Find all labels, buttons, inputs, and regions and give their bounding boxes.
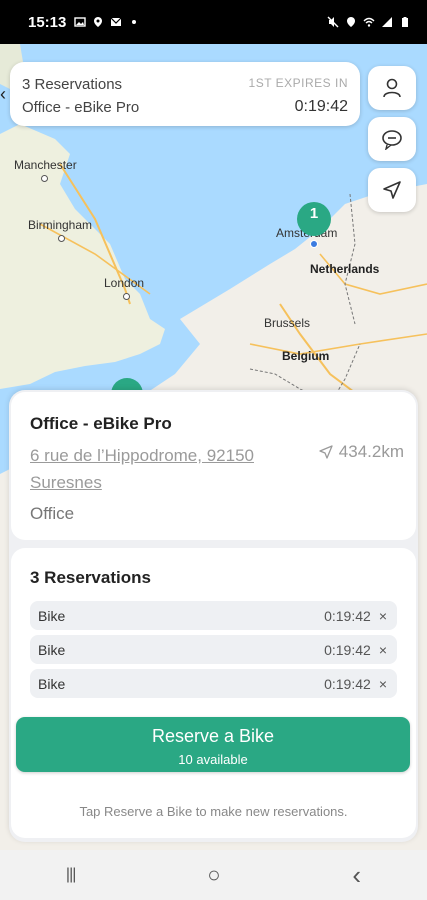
map-label-brussels: Brussels <box>264 316 311 330</box>
marker-location-dot <box>310 240 318 248</box>
bikes-available-label: 10 available <box>178 752 248 767</box>
map-label-manchester: Manchester <box>14 158 77 172</box>
home-button[interactable]: ○ <box>207 862 220 888</box>
status-left-icons <box>74 16 140 28</box>
location-pin-icon <box>94 17 103 27</box>
android-nav-bar: ||| ○ ‹ <box>0 850 427 900</box>
map-label-london: London <box>104 276 145 290</box>
dot-icon <box>132 20 137 24</box>
reservation-time: 0:19:42 <box>324 607 371 624</box>
city-dot-london <box>123 293 130 300</box>
location-distance: 434.2km <box>319 442 404 462</box>
reserve-bike-label: Reserve a Bike <box>151 726 275 746</box>
profile-button[interactable] <box>368 66 416 110</box>
summary-reservations: 3 Reservations <box>22 76 123 93</box>
location-card: Office - eBike Pro 6 rue de l’Hippodrome… <box>11 392 416 540</box>
chat-icon <box>382 130 402 150</box>
status-bar: 15:13 <box>0 0 427 44</box>
battery-icon <box>402 17 408 27</box>
city-dot-birmingham <box>58 235 65 242</box>
location-icon <box>347 17 355 27</box>
wifi-icon <box>363 17 375 27</box>
summary-expires-time: 0:19:42 <box>294 98 348 115</box>
navigate-icon <box>383 181 401 199</box>
bike-cluster-marker[interactable]: 1 <box>297 202 331 236</box>
reservation-label: Bike <box>38 675 66 692</box>
location-address-link[interactable]: 6 rue de l’Hippodrome, 92150 Suresnes <box>30 442 295 496</box>
map-label-belgium: Belgium <box>282 349 330 363</box>
reservation-time: 0:19:42 <box>324 675 371 692</box>
recents-button[interactable]: ||| <box>66 866 77 884</box>
status-right-icons <box>327 16 411 28</box>
status-time: 15:13 <box>28 13 67 31</box>
bottom-sheet: Office - eBike Pro 6 rue de l’Hippodrome… <box>9 390 418 842</box>
reservation-label: Bike <box>38 641 66 658</box>
reservation-row: Bike 0:19:42 × <box>30 601 397 630</box>
reservations-card: 3 Reservations Bike 0:19:42 × Bike 0:19:… <box>11 548 416 838</box>
marker-count: 1 <box>309 205 319 222</box>
location-title: Office - eBike Pro <box>30 414 172 433</box>
back-arrow-icon[interactable]: ‹ <box>0 84 6 105</box>
signal-icon <box>382 17 392 27</box>
chat-button[interactable] <box>368 117 416 161</box>
summary-location: Office - eBike Pro <box>22 99 140 116</box>
reservations-title: 3 Reservations <box>30 568 151 587</box>
reservations-summary-card[interactable]: 3 Reservations Office - eBike Pro 1ST EX… <box>10 62 360 126</box>
navigate-button[interactable] <box>368 168 416 212</box>
cancel-reservation-button[interactable]: × <box>379 676 387 692</box>
location-distance-value: 434.2km <box>338 442 404 461</box>
back-button[interactable]: ‹ <box>352 860 361 891</box>
reservation-row: Bike 0:19:42 × <box>30 635 397 664</box>
summary-expires-label: 1ST EXPIRES IN <box>248 76 348 90</box>
cancel-reservation-button[interactable]: × <box>379 608 387 624</box>
cancel-reservation-button[interactable]: × <box>379 642 387 658</box>
map-label-netherlands: Netherlands <box>310 262 380 276</box>
map-label-birmingham: Birmingham <box>28 218 93 232</box>
location-type: Office <box>30 504 75 523</box>
profile-icon <box>383 78 401 98</box>
image-icon <box>74 17 87 27</box>
mail-icon <box>110 17 122 26</box>
reservation-row: Bike 0:19:42 × <box>30 669 397 698</box>
mute-icon <box>327 16 339 28</box>
reservation-label: Bike <box>38 607 66 624</box>
city-dot-manchester <box>41 175 48 182</box>
reserve-bike-button[interactable]: Reserve a Bike 10 available <box>16 717 410 772</box>
direction-arrow-icon <box>319 445 333 459</box>
reserve-hint: Tap Reserve a Bike to make new reservati… <box>79 804 348 819</box>
reservation-time: 0:19:42 <box>324 641 371 658</box>
